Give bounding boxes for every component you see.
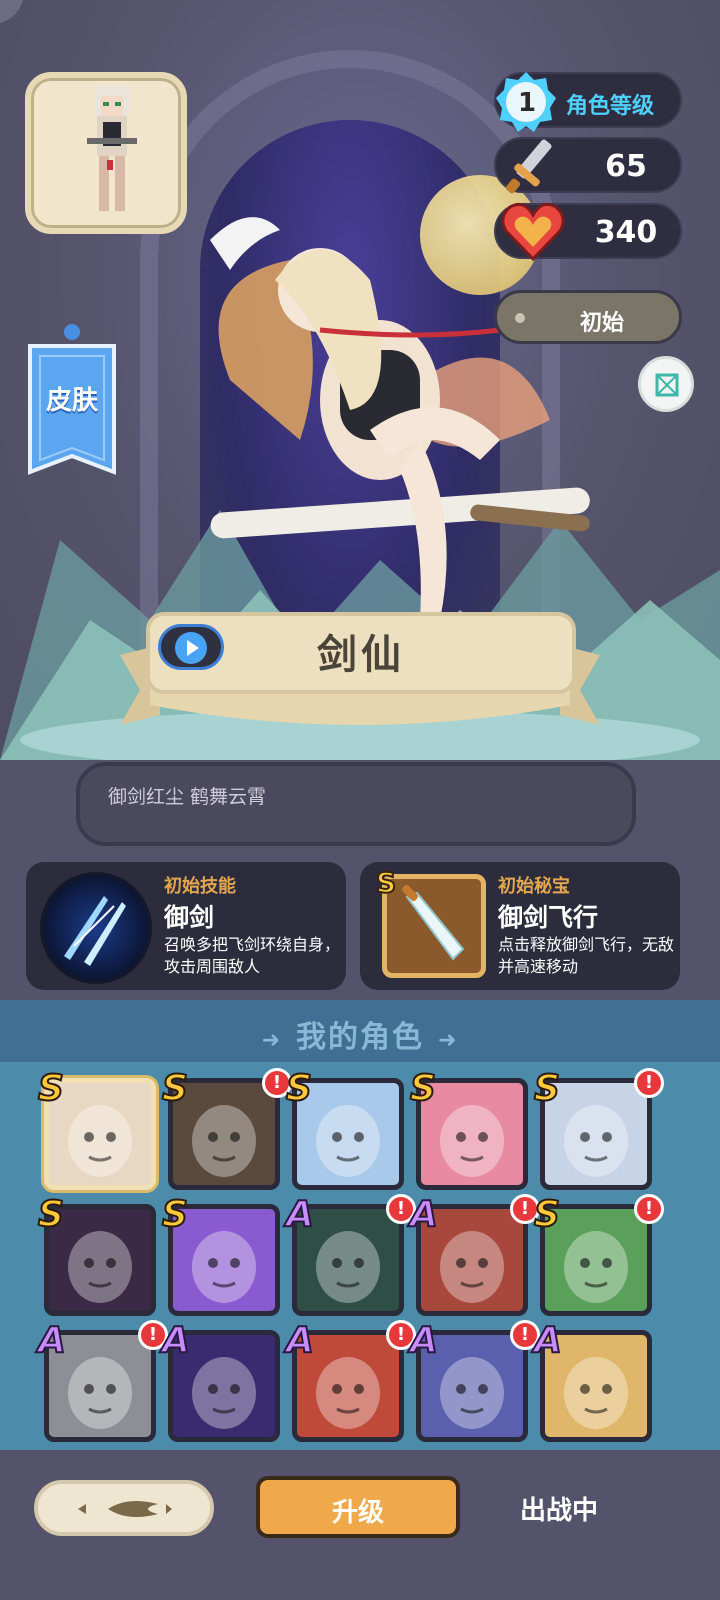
upgrade-button[interactable]: 升级 — [256, 1476, 460, 1538]
character-portrait — [173, 1083, 275, 1185]
my-characters-header: ➜ 我的角色 ➜ — [0, 1000, 720, 1062]
attack-value: 65 — [605, 149, 647, 184]
play-voice-button[interactable] — [158, 624, 224, 670]
corner-decoration — [0, 0, 24, 24]
character-portrait — [49, 1209, 151, 1311]
rank-badge: S — [161, 1193, 189, 1236]
skill-name: 御剑 — [164, 903, 215, 932]
section-title: 我的角色 — [296, 1020, 424, 1055]
right-arrow-icon: ➜ — [438, 1028, 459, 1053]
rank-badge: S — [285, 1067, 313, 1110]
treasure-title: 初始秘宝 — [498, 876, 570, 897]
section-title-row: ➜ 我的角色 ➜ — [0, 1012, 720, 1056]
rank-badge: A — [533, 1319, 563, 1362]
character-portrait — [421, 1083, 523, 1185]
rank-badge: S — [409, 1067, 437, 1110]
skill-title: 初始技能 — [164, 876, 236, 897]
attack-stat: 65 — [494, 137, 682, 194]
skin-label: 皮肤 — [45, 386, 98, 416]
rank-badge: S — [533, 1067, 561, 1110]
rank-badge: S — [533, 1193, 561, 1236]
rank-badge: A — [409, 1319, 439, 1362]
rank-badge: S — [37, 1067, 65, 1110]
treasure-rank: S — [375, 865, 397, 900]
state-dot — [515, 313, 525, 323]
rank-badge: A — [285, 1319, 315, 1362]
character-portrait — [545, 1209, 647, 1311]
flying-sword-treasure-icon — [382, 874, 486, 978]
level-label: 角色等级 — [566, 94, 655, 119]
sparkle-arrow-icon — [78, 1500, 172, 1518]
rank-badge: S — [161, 1067, 189, 1110]
character-roster-grid: S S! S S S! S S A! A! S! A! A A! A! A — [0, 1062, 720, 1450]
alert-icon: ! — [634, 1194, 664, 1224]
character-portrait — [49, 1083, 151, 1185]
play-icon — [175, 632, 207, 664]
pixel-portrait-card — [25, 72, 187, 234]
skin-button[interactable]: 皮肤 — [26, 322, 118, 482]
flying-swords-icon — [40, 872, 152, 984]
back-button[interactable] — [34, 1480, 214, 1536]
left-arrow-icon: ➜ — [261, 1028, 282, 1053]
sword-icon — [505, 139, 552, 194]
cube-icon — [655, 373, 679, 397]
hero-motto: 御剑红尘 鹤舞云霄 — [108, 786, 267, 808]
rank-badge: S — [37, 1193, 65, 1236]
rank-badge: A — [161, 1319, 191, 1362]
initial-skill-card[interactable]: 初始技能 御剑 召唤多把飞剑环绕自身，攻击周围敌人 — [26, 862, 346, 990]
character-portrait — [173, 1209, 275, 1311]
upgrade-label: 升级 — [331, 1498, 384, 1528]
character-portrait — [545, 1083, 647, 1185]
view-3d-button[interactable] — [638, 356, 694, 412]
rank-badge: A — [285, 1193, 315, 1236]
alert-icon: ! — [634, 1068, 664, 1098]
character-portrait — [297, 1083, 399, 1185]
form-state-pill[interactable]: 初始 — [494, 290, 682, 344]
hero-showcase: 皮肤 1 角色等级 65 340 初始 剑仙 — [0, 0, 720, 760]
treasure-name: 御剑飞行 — [498, 903, 599, 932]
deployed-status[interactable]: 出战中 — [520, 1490, 598, 1527]
level-stat: 1 角色等级 — [494, 72, 682, 132]
skill-desc: 召唤多把飞剑环绕自身，攻击周围敌人 — [164, 935, 341, 976]
heart-icon — [501, 202, 565, 262]
initial-treasure-card[interactable]: S 初始秘宝 御剑飞行 点击释放御剑飞行，无敌并高速移动 — [360, 862, 680, 990]
rank-badge: A — [409, 1193, 439, 1236]
hp-stat: 340 — [494, 202, 682, 262]
pixel-hero-sprite — [87, 86, 137, 211]
rank-badge: A — [37, 1319, 67, 1362]
level-number: 1 — [517, 88, 537, 118]
hp-value: 340 — [594, 215, 658, 250]
hero-motto-box: 御剑红尘 鹤舞云霄 — [76, 762, 636, 846]
state-label: 初始 — [579, 311, 624, 336]
treasure-desc: 点击释放御剑飞行，无敌并高速移动 — [498, 935, 675, 976]
